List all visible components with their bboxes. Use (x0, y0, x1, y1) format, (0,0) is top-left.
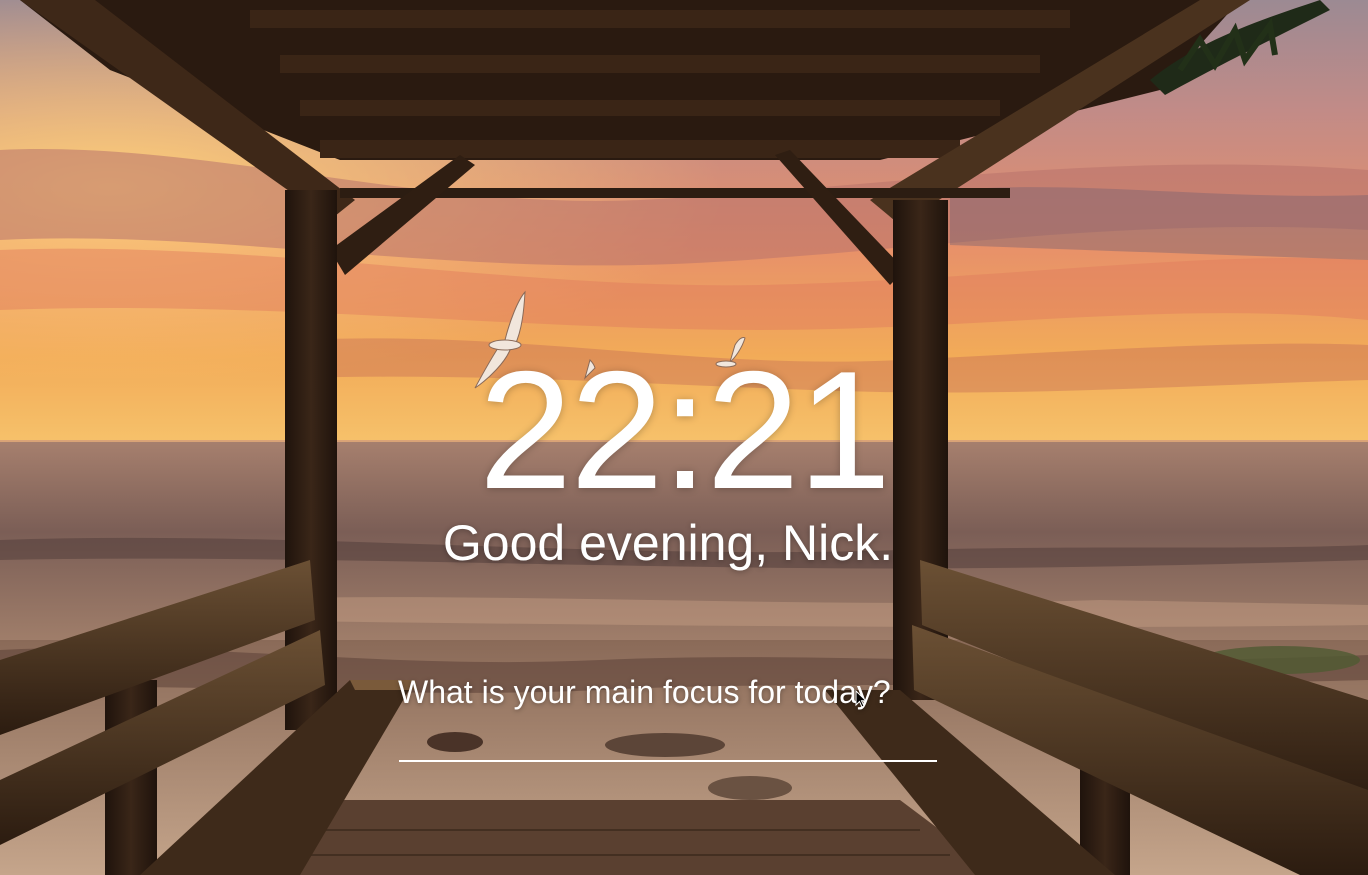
greeting-text: Good evening, Nick. (442, 515, 894, 571)
dashboard-overlay: 22:21 Good evening, Nick. What is your m… (0, 0, 1368, 875)
clock-display: 22:21 (478, 336, 891, 524)
focus-input[interactable] (399, 722, 937, 762)
mouse-cursor-icon (855, 690, 867, 708)
